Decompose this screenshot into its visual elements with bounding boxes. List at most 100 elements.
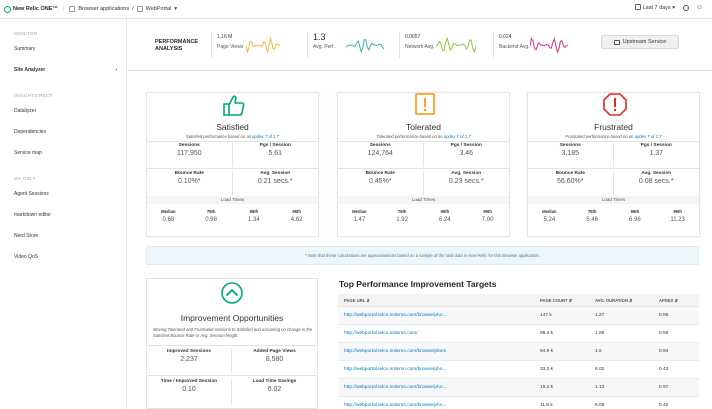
load-value: 6.24 — [439, 217, 451, 223]
sidebar-item-label: Site Analyzer — [14, 66, 46, 73]
grid-icon — [69, 6, 76, 12]
apdex: 0.43 — [659, 367, 669, 372]
sidebar-item-markdown-editor[interactable]: markdown editor — [0, 204, 126, 225]
sidebar-item-summary[interactable]: Summary — [0, 38, 126, 59]
metric-network-avg[interactable]: 0.0657 Network Avg. — [399, 32, 479, 58]
load-value: 1.92 — [396, 217, 408, 223]
user-icon[interactable]: ⚇ — [697, 5, 702, 11]
apdex-link[interactable]: apdex T of 1.7 — [635, 134, 662, 139]
load-times-header: Load Times — [528, 196, 699, 204]
column-header-apdex[interactable]: APDEX ⇵ — [653, 298, 699, 303]
sidebar-item-video-qos[interactable]: Video QoS — [0, 246, 126, 267]
load-75th: 75th 5.46 — [571, 209, 614, 223]
column-header-page-count[interactable]: PAGE COUNT ⇵ — [534, 298, 589, 303]
bounce-cell: Bounce Rate 56.60%* — [528, 171, 614, 195]
breadcrumb-webportal[interactable]: WebPortal — [146, 6, 172, 12]
sort-icon: ⇵ — [366, 297, 370, 303]
sort-icon: ⇵ — [629, 297, 633, 303]
search-icon[interactable] — [683, 4, 690, 11]
sparkline-backend-avg — [530, 37, 568, 54]
bounce-value: 56.60%* — [557, 178, 584, 185]
metric-avg-perf[interactable]: 1.3 Avg. Perf. — [307, 32, 387, 58]
alert-octagon-icon — [602, 93, 628, 117]
page-url-link[interactable]: http://webportal.telco.nrdemo.com/browse… — [338, 385, 534, 390]
sidebar-item-nerd-store[interactable]: Nerd Store — [0, 225, 126, 246]
sparkline-avg-perf — [346, 39, 384, 54]
sort-icon: ⇵ — [674, 297, 679, 303]
load-99th: 99th 11.23 — [656, 209, 699, 223]
divider — [338, 168, 509, 169]
sidebar-item-dependencies[interactable]: Dependencies — [0, 121, 126, 142]
upstream-service-button[interactable]: Upstream Service — [601, 35, 679, 49]
sessions-cell: Sessions 117,950 — [147, 143, 233, 167]
load-times-header: Load Times — [147, 196, 318, 204]
time-improved-value: 0.10 — [182, 386, 196, 393]
sessions-row: Sessions 117,950 Pgs / Session 5.61 — [147, 143, 318, 167]
page-count: 98.3 k — [540, 331, 554, 336]
load-value: 0.68 — [162, 217, 175, 223]
card-title: Satisfied — [216, 122, 249, 132]
load-label: Median — [542, 209, 557, 214]
load-label: 99th — [673, 209, 682, 214]
brand-logo[interactable]: New Relic ONE™ — [0, 5, 58, 13]
divider — [528, 141, 699, 142]
load-median: Median 5.24 — [528, 209, 571, 223]
bounce-label: Bounce Rate — [174, 171, 204, 176]
bounce-label: Bounce Rate — [555, 171, 585, 176]
page-url-link[interactable]: http://webportal.telco.nrdemo.com/browse… — [338, 367, 534, 372]
targets-table: PAGE URL ⇵ PAGE COUNT ⇵ AVG. DURATION ⇵ … — [338, 294, 699, 409]
pgs-value: 3.46 — [459, 150, 474, 157]
sidebar-item-dataliyzer[interactable]: Dataliyzer — [0, 100, 126, 121]
table-row[interactable]: http://webportal.telco.nrdemo.com/browse… — [338, 307, 699, 325]
added-page-views-label: Added Page Views — [253, 349, 296, 354]
page-url-link[interactable]: http://webportal.telco.nrdemo.com/browse… — [338, 403, 534, 408]
load-99th: 99th 7.00 — [466, 209, 509, 223]
page-count: 18.2 k — [540, 385, 554, 390]
pgs-value: 5.61 — [268, 150, 283, 157]
sidebar-item-agent-sessions[interactable]: Agent Sessions — [0, 183, 126, 204]
avg-session-value: 0.21 secs.* — [257, 178, 293, 185]
topbar-actions: Last 7 days ▾ ⚇ — [634, 4, 702, 11]
table-row[interactable]: http://webportal.telco.nrdemo.com/browse… — [338, 343, 699, 361]
sessions-row: Sessions 124,764 Pgs / Session 3.46 — [338, 143, 509, 167]
load-label: 75th — [206, 209, 216, 214]
apdex-card-frustrated: Frustrated Frustrated performance based … — [527, 92, 700, 237]
metric-label: Network Avg. — [405, 44, 435, 50]
page-url-link[interactable]: http://webportal.telco.nrdemo.com/browse… — [338, 313, 534, 318]
metric-page-views[interactable]: 1.16 M Page Views — [211, 32, 283, 58]
breadcrumb-browser-applications[interactable]: Browser applications — [78, 6, 129, 12]
load-label: 75th — [397, 209, 407, 214]
table-row[interactable]: http://webportal.telco.nrdemo.com/browse… — [338, 397, 699, 409]
page-url-link[interactable]: http://webportal.telco.nrdemo.com/ — [338, 331, 534, 336]
table-row[interactable]: http://webportal.telco.nrdemo.com/browse… — [338, 361, 699, 379]
sessions-value: 3,185 — [561, 150, 580, 157]
metric-label: Backend Avg. — [499, 44, 530, 50]
apdex-link[interactable]: apdex T of 1.7 — [252, 134, 279, 139]
sparkline-network-avg — [436, 36, 476, 54]
chevron-down-icon[interactable]: ▾ — [174, 6, 177, 12]
table-row[interactable]: http://webportal.telco.nrdemo.com/browse… — [338, 379, 699, 397]
card-title: Frustrated — [594, 122, 633, 132]
metric-label: Avg. Perf. — [313, 44, 335, 50]
metric-backend-avg[interactable]: 0.024 Backend Avg. — [493, 32, 573, 58]
load-value: 4.62 — [290, 217, 303, 223]
column-header-avg-duration[interactable]: AVG. DURATION ⇵ — [589, 298, 653, 303]
load-label: 95th — [630, 209, 640, 214]
card-description-text: Tolerated performance based on an — [376, 134, 443, 139]
column-header-page-url[interactable]: PAGE URL ⇵ — [338, 298, 534, 303]
sidebar-item-site-analyzer[interactable]: Site Analyzer › — [0, 59, 126, 80]
sidebar: MONITOR Summary Site Analyzer › INSIGHTS/… — [0, 19, 127, 409]
column-header-label: PAGE URL — [344, 297, 366, 303]
new-relic-logo-icon — [4, 5, 11, 13]
load-time-savings-value: 6.02 — [267, 386, 282, 393]
column-header-label: AVG. DURATION — [595, 297, 628, 303]
apdex-link[interactable]: apdex T of 1.7 — [444, 134, 471, 139]
time-picker[interactable]: Last 7 days ▾ — [634, 4, 675, 11]
sidebar-item-service-map[interactable]: Service map — [0, 142, 126, 163]
table-row[interactable]: http://webportal.telco.nrdemo.com/98.3 k… — [338, 325, 699, 343]
avg-duration: 1.13 — [595, 385, 605, 390]
sidebar-item-label: Dependencies — [14, 128, 46, 135]
load-95th: 95th 6.96 — [614, 209, 657, 223]
card-description-text: Satisfied performance based on an — [186, 134, 251, 139]
page-url-link[interactable]: http://webportal.telco.nrdemo.com/browse… — [338, 349, 534, 354]
